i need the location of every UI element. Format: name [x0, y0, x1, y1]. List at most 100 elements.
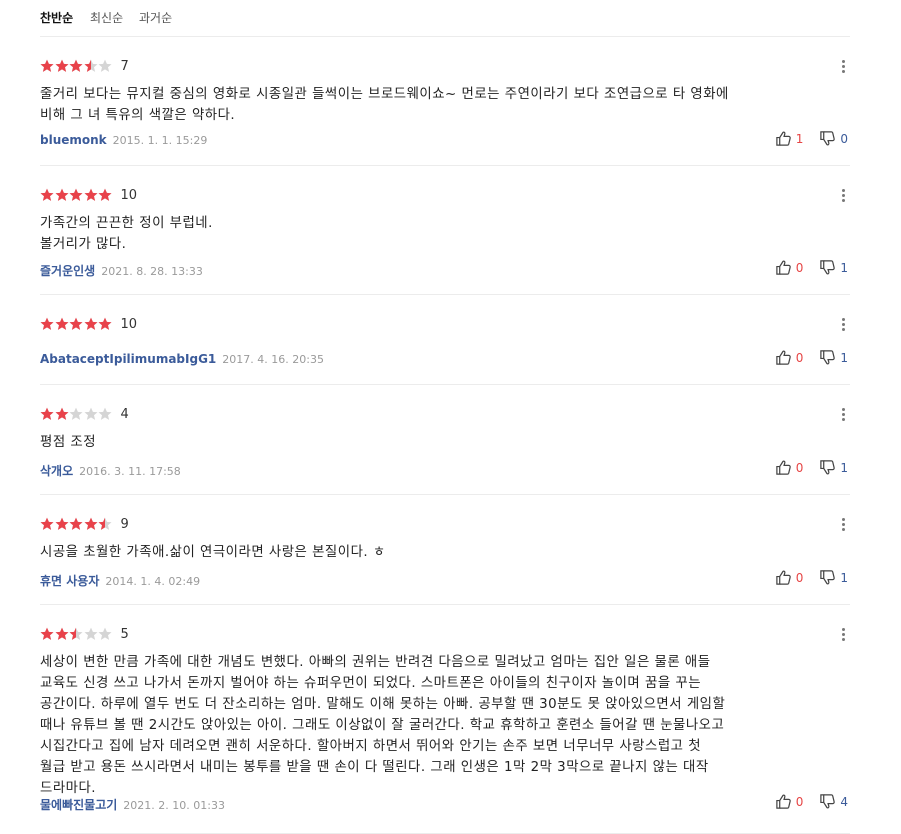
review-item: 10 가족간의 끈끈한 정이 부럽네. 볼거리가 많다. 즐거운인생 2021. … [40, 165, 850, 295]
sort-tab-newest[interactable]: 최신순 [90, 9, 123, 26]
rating: 9 [40, 516, 129, 532]
review-date: 2015. 1. 1. 15:29 [112, 134, 208, 147]
rating-score: 7 [120, 58, 129, 74]
rating: 10 [40, 316, 137, 332]
star-icon [40, 407, 54, 421]
rating: 5 [40, 626, 129, 642]
star-icon [40, 188, 54, 202]
sort-tabs: 찬반순 최신순 과거순 [40, 0, 850, 37]
sort-tab-recommended[interactable]: 찬반순 [40, 9, 73, 26]
dislike-button[interactable]: 1 [819, 259, 848, 276]
star-icon [55, 59, 69, 73]
review-item: 10 AbataceptIpilimumabIgG1 2017. 4. 16. 2… [40, 294, 850, 385]
review-author[interactable]: 물에빠진물고기 [40, 798, 117, 812]
star-icon [98, 188, 112, 202]
review-meta: AbataceptIpilimumabIgG1 2017. 4. 16. 20:3… [40, 352, 324, 366]
dislike-count: 4 [840, 794, 848, 809]
rating-score: 10 [120, 316, 138, 332]
star-icon [84, 517, 98, 531]
star-icon [84, 407, 98, 421]
star-icon [84, 59, 98, 73]
review-content: 줄거리 보다는 뮤지컬 중심의 영화로 시종일관 들썩이는 브로드웨이쇼~ 먼로… [40, 87, 729, 123]
review-date: 2014. 1. 4. 02:49 [105, 575, 201, 588]
star-icon [40, 59, 54, 73]
more-options-icon[interactable] [836, 515, 850, 533]
rating-score: 4 [120, 406, 129, 422]
review-content: 세상이 변한 만큼 가족에 대한 개념도 변했다. 아빠의 권위는 반려견 다음… [40, 655, 726, 796]
dislike-button[interactable]: 1 [819, 349, 848, 366]
review-item: 5 세상이 변한 만큼 가족에 대한 개념도 변했다. 아빠의 권위는 반려견 … [40, 604, 850, 834]
star-rating [40, 627, 113, 641]
like-button[interactable]: 0 [775, 793, 804, 810]
star-icon [40, 317, 54, 331]
thumbs-down-icon [819, 259, 836, 276]
star-icon [84, 188, 98, 202]
thumbs-down-icon [819, 130, 836, 147]
rating: 10 [40, 187, 137, 203]
review-meta: bluemonk 2015. 1. 1. 15:29 [40, 133, 207, 147]
more-options-icon[interactable] [836, 57, 850, 75]
review-author[interactable]: bluemonk [40, 133, 107, 147]
like-button[interactable]: 0 [775, 569, 803, 586]
dislike-button[interactable]: 1 [819, 569, 848, 586]
review-content: 가족간의 끈끈한 정이 부럽네. 볼거리가 많다. [40, 216, 213, 252]
like-count: 0 [795, 350, 804, 365]
review-author[interactable]: 삭개오 [40, 464, 73, 478]
like-button[interactable]: 1 [775, 130, 803, 147]
thumbs-down-icon [819, 793, 836, 810]
like-count: 0 [795, 794, 804, 809]
more-options-icon[interactable] [836, 315, 850, 333]
vote-buttons: 0 1 [775, 459, 848, 476]
review-content: 평점 조정 [40, 435, 97, 450]
star-icon [98, 407, 112, 421]
dislike-count: 1 [840, 350, 848, 365]
star-icon [69, 407, 83, 421]
review-meta: 휴면 사용자 2014. 1. 4. 02:49 [40, 572, 200, 589]
vote-buttons: 0 1 [775, 569, 848, 586]
review-meta: 즐거운인생 2021. 8. 28. 13:33 [40, 262, 203, 279]
review-meta: 물에빠진물고기 2021. 2. 10. 01:33 [40, 796, 225, 813]
like-button[interactable]: 0 [775, 349, 804, 366]
dislike-button[interactable]: 1 [819, 459, 848, 476]
star-icon [55, 407, 69, 421]
review-author[interactable]: 즐거운인생 [40, 264, 95, 278]
star-icon [69, 517, 83, 531]
like-count: 0 [795, 260, 804, 275]
vote-buttons: 1 0 [775, 130, 848, 147]
thumbs-up-icon [775, 793, 792, 810]
review-date: 2021. 2. 10. 01:33 [123, 799, 225, 812]
review-item: 4 평점 조정 삭개오 2016. 3. 11. 17:58 0 1 [40, 384, 850, 495]
star-rating [40, 188, 113, 202]
star-icon [84, 317, 98, 331]
dislike-button[interactable]: 0 [819, 130, 848, 147]
thumbs-down-icon [819, 459, 836, 476]
dislike-count: 1 [840, 460, 848, 475]
star-icon [69, 188, 83, 202]
dislike-count: 1 [840, 570, 848, 585]
star-icon [55, 627, 69, 641]
star-rating [40, 317, 113, 331]
star-icon [55, 188, 69, 202]
dislike-button[interactable]: 4 [819, 793, 848, 810]
rating: 7 [40, 58, 129, 74]
review-meta: 삭개오 2016. 3. 11. 17:58 [40, 462, 181, 479]
review-date: 2016. 3. 11. 17:58 [79, 465, 181, 478]
more-options-icon[interactable] [836, 405, 850, 423]
like-button[interactable]: 0 [775, 259, 804, 276]
vote-buttons: 0 4 [775, 793, 848, 810]
star-icon [98, 317, 112, 331]
rating-score: 9 [120, 516, 129, 532]
review-author[interactable]: AbataceptIpilimumabIgG1 [40, 352, 216, 366]
review-author[interactable]: 휴면 사용자 [40, 574, 99, 588]
vote-buttons: 0 1 [775, 259, 848, 276]
star-icon [98, 517, 112, 531]
sort-tab-oldest[interactable]: 과거순 [139, 9, 172, 26]
star-icon [40, 517, 54, 531]
like-button[interactable]: 0 [775, 459, 803, 476]
thumbs-down-icon [819, 349, 836, 366]
star-rating [40, 407, 113, 421]
star-icon [69, 317, 83, 331]
more-options-icon[interactable] [836, 186, 850, 204]
star-icon [84, 627, 98, 641]
more-options-icon[interactable] [836, 625, 850, 643]
